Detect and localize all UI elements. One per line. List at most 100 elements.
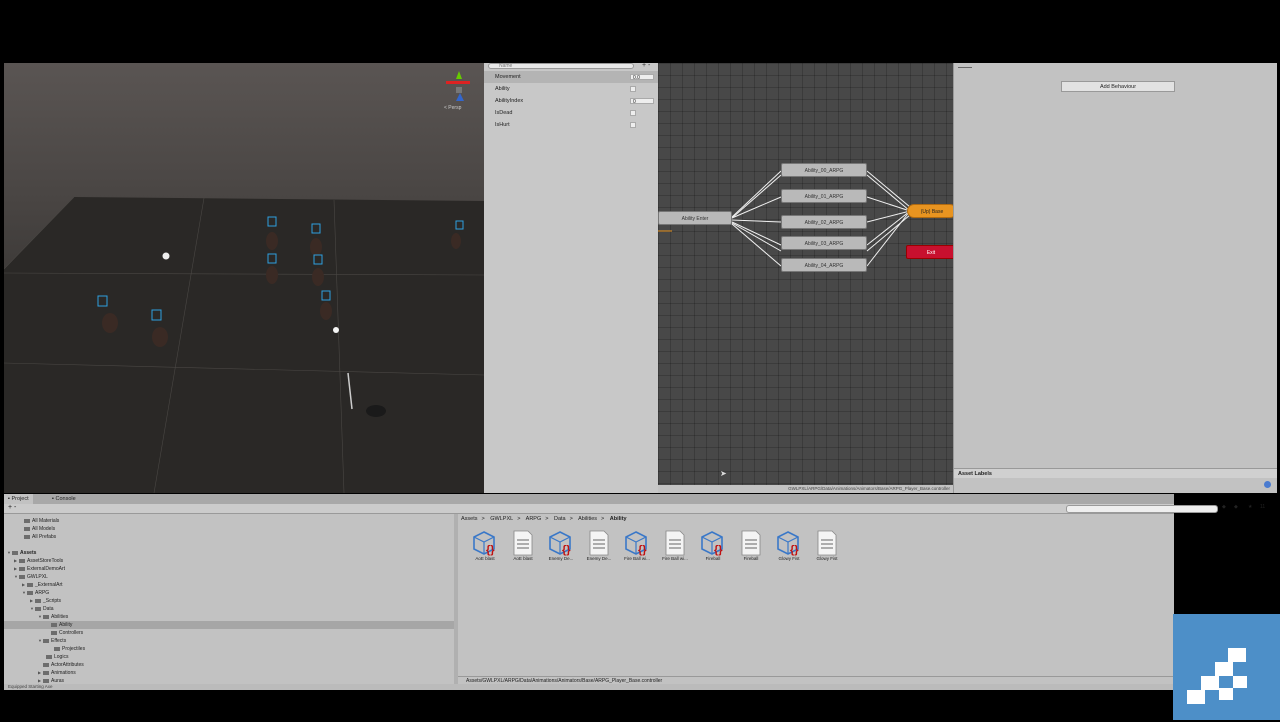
parameters-panel: Name + - Movement 0.0 Ability AbilityInd… — [484, 62, 658, 493]
document-icon — [738, 530, 764, 556]
parameter-checkbox[interactable] — [630, 110, 636, 116]
panel-splitter[interactable] — [454, 514, 458, 690]
favorite-icon[interactable]: ★ — [1248, 504, 1252, 510]
tree-item-externaldemoart[interactable]: ▶ ExternalDemoArt — [14, 565, 65, 573]
tree-label: AssetStoreTools — [27, 558, 64, 564]
state-ability-enter[interactable]: Ability Enter — [658, 211, 732, 225]
project-window: ▪ Project ▪ Console + - ◆ ◆ ★ 11 All Mat… — [4, 494, 1265, 690]
svg-text:{}: {} — [562, 544, 571, 556]
filter-icon[interactable]: ◆ — [1222, 504, 1226, 510]
state-ability-02[interactable]: Ability_02_ARPG — [781, 215, 867, 229]
state-ability-00[interactable]: Ability_00_ARPG — [781, 163, 867, 177]
tree-label: Controllers — [59, 630, 84, 636]
parameter-row-movement[interactable]: Movement 0.0 — [484, 71, 658, 83]
parameter-row-isdead[interactable]: IsDead — [484, 107, 658, 119]
perspective-label[interactable]: < Persp — [444, 105, 461, 111]
tree-item-projectiles[interactable]: Projectiles — [54, 645, 85, 653]
search-icon — [24, 526, 30, 531]
tree-item-all-models[interactable]: All Models — [24, 525, 55, 533]
folder-icon — [43, 638, 49, 643]
asset-item[interactable]: AoE blast — [506, 530, 540, 561]
asset-item[interactable]: {} AoE blast — [468, 530, 502, 561]
parameter-value-field[interactable]: 0.0 — [630, 74, 654, 81]
console-icon: ▪ — [52, 496, 54, 502]
breadcrumb-item[interactable]: GWLPXL — [490, 516, 513, 522]
tree-item-gwlpxl[interactable]: ▼ GWLPXL — [14, 573, 48, 581]
project-search-input[interactable] — [1066, 505, 1218, 513]
asset-label: Enemy De... — [548, 556, 574, 561]
asset-label: Glowy Fist — [816, 556, 838, 561]
tab-console[interactable]: ▪ Console — [48, 494, 80, 504]
create-button[interactable]: + - — [8, 504, 16, 512]
folder-icon — [35, 606, 41, 611]
breadcrumb-separator: > — [481, 516, 485, 522]
tree-item-controllers[interactable]: Controllers — [46, 629, 83, 637]
tree-item-equipped-starting-axe[interactable]: Equipped Starting Axe — [4, 684, 1174, 690]
parameter-checkbox[interactable] — [630, 86, 636, 92]
parameter-value-field[interactable]: 0 — [630, 98, 654, 105]
state-ability-01[interactable]: Ability_01_ARPG — [781, 189, 867, 203]
lock-icon[interactable] — [958, 63, 972, 68]
asset-item[interactable]: Fire Ball wi... — [658, 530, 692, 561]
breadcrumb-item[interactable]: Abilities — [578, 516, 597, 522]
tree-item-effects[interactable]: ▼ Effects — [38, 637, 66, 645]
tree-item-actorattributes[interactable]: ActorAttributes — [38, 661, 84, 669]
channel-logo-icon — [1173, 614, 1280, 720]
tree-item-assetstoretools[interactable]: ▶ AssetStoreTools — [14, 557, 63, 565]
parameter-name: Movement — [495, 74, 521, 80]
asset-item[interactable]: Enemy De... — [582, 530, 616, 561]
tree-item-animations[interactable]: ▶ Animations — [38, 669, 76, 677]
tab-project[interactable]: ▪ Project — [4, 494, 33, 504]
tree-item-scripts[interactable]: ▶ _Scripts — [30, 597, 61, 605]
breadcrumb-item[interactable]: ARPG — [526, 516, 542, 522]
state-exit[interactable]: Exit — [906, 245, 953, 259]
asset-label: Fireball — [743, 556, 759, 561]
folder-icon — [51, 622, 57, 627]
folder-icon — [19, 558, 25, 563]
folder-icon — [46, 654, 52, 659]
asset-item[interactable]: Fireball — [734, 530, 768, 561]
asset-item[interactable]: Glowy Fist — [810, 530, 844, 561]
parameter-row-ishurt[interactable]: IsHurt — [484, 119, 658, 131]
tag-icon[interactable] — [1264, 481, 1271, 488]
parameter-row-abilityindex[interactable]: AbilityIndex 0 — [484, 95, 658, 107]
tree-item-external-art[interactable]: ▶ _ExternalArt — [22, 581, 63, 589]
scriptable-object-icon: {} — [700, 530, 726, 556]
tree-item-logics[interactable]: Logics — [46, 653, 68, 661]
asset-item[interactable]: {} Fireball — [696, 530, 730, 561]
scene-view[interactable]: < Persp — [4, 63, 484, 493]
tree-item-ability[interactable]: Ability — [46, 621, 72, 629]
tree-item-all-materials[interactable]: All Materials — [24, 517, 59, 525]
tree-item-abilities[interactable]: ▼ Abilities — [38, 613, 68, 621]
svg-text:{}: {} — [638, 544, 647, 556]
add-behaviour-button[interactable]: Add Behaviour — [1061, 81, 1175, 92]
animator-graph[interactable]: Ability Enter Ability_00_ARPG Ability_01… — [658, 63, 953, 493]
asset-item[interactable]: {} Glowy Fist — [772, 530, 806, 561]
controller-path: GWLPXL/ARPG/Data/Animations/Animators/Ba… — [658, 485, 953, 493]
state-ability-04[interactable]: Ability_04_ARPG — [781, 258, 867, 272]
tree-item-all-prefabs[interactable]: All Prefabs — [24, 533, 56, 541]
asset-label: Fire Ball wi... — [624, 556, 650, 561]
state-ability-03[interactable]: Ability_03_ARPG — [781, 236, 867, 250]
tree-label: ActorAttributes — [51, 662, 84, 668]
breadcrumb-item[interactable]: Assets — [461, 516, 478, 522]
scriptable-object-icon: {} — [624, 530, 650, 556]
asset-item[interactable]: {} Fire Ball wi... — [620, 530, 654, 561]
inspector-panel: Add Behaviour Asset Labels — [953, 63, 1277, 493]
tree-item-assets[interactable]: ▼ Assets — [7, 549, 36, 557]
svg-text:{}: {} — [486, 544, 495, 556]
scene-canvas[interactable] — [4, 63, 484, 493]
folder-tree: All Materials All Models All Prefabs ▼ As… — [4, 514, 454, 690]
tree-item-data[interactable]: ▼ Data — [30, 605, 54, 613]
breadcrumb-item[interactable]: Data — [554, 516, 566, 522]
parameter-checkbox[interactable] — [630, 122, 636, 128]
asset-labels-header[interactable]: Asset Labels — [954, 468, 1277, 478]
add-parameter-button[interactable]: + - — [642, 62, 650, 69]
parameter-search-input[interactable]: Name — [488, 63, 634, 69]
label-icon[interactable]: ◆ — [1234, 504, 1238, 510]
asset-item[interactable]: {} Enemy De... — [544, 530, 578, 561]
state-up-base[interactable]: (Up) Base — [907, 204, 953, 218]
tree-item-arpg[interactable]: ▼ ARPG — [22, 589, 49, 597]
folder-icon: ▪ — [8, 496, 10, 502]
parameter-row-ability[interactable]: Ability — [484, 83, 658, 95]
